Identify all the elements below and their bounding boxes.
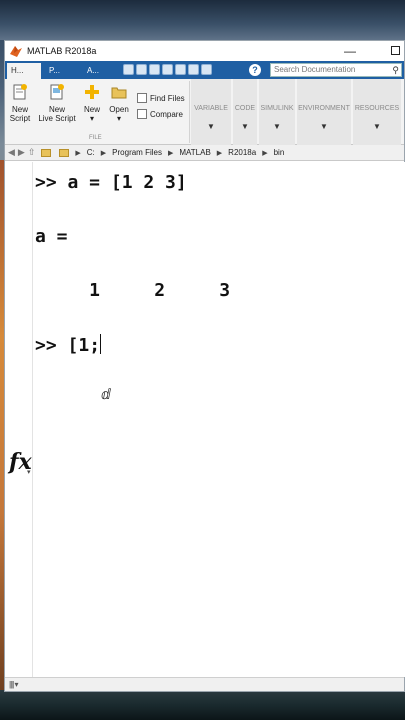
chevron-down-icon: ▼: [241, 122, 249, 131]
new-script-icon: [13, 84, 27, 100]
back-arrow-icon[interactable]: ◀: [8, 147, 15, 158]
command-input[interactable]: [1;: [68, 335, 101, 356]
compare-icon: [137, 109, 147, 119]
browse-folder-icon[interactable]: [41, 148, 52, 157]
resources-group[interactable]: RESOURCES ▼: [353, 79, 401, 145]
new-live-script-label-1: New: [48, 105, 65, 114]
find-files-label: Find Files: [150, 93, 185, 103]
output-values-line: 1 2 3: [35, 280, 231, 301]
new-script-label-2: Script: [9, 114, 31, 123]
desktop-background-bottom: [0, 690, 405, 720]
find-files-button[interactable]: Find Files: [137, 93, 185, 103]
path-segment-drive[interactable]: C:: [87, 148, 95, 157]
matlab-window: MATLAB R2018a — H... P... A... ? Search …: [4, 40, 405, 692]
current-folder-bar: ◀ ▶ ⇧ ▶ C: ▶ Program Files ▶ MATLAB ▶ R2…: [5, 145, 404, 161]
find-files-icon: [137, 93, 147, 103]
desktop-background-top: [0, 0, 405, 40]
maximize-icon: [390, 46, 400, 55]
redo-icon[interactable]: [188, 64, 199, 75]
open-button[interactable]: Open ▾: [107, 83, 131, 123]
forward-arrow-icon[interactable]: ▶: [18, 147, 25, 158]
status-bar: |||| ▾: [5, 677, 404, 691]
new-live-script-icon: [50, 84, 64, 100]
file-group-label: FILE: [89, 135, 102, 141]
path-segment-program-files[interactable]: Program Files: [112, 148, 162, 157]
paste-icon[interactable]: [162, 64, 173, 75]
search-input[interactable]: Search Documentation ⚲: [270, 63, 402, 77]
cut-icon[interactable]: [136, 64, 147, 75]
new-live-script-label-2: Live Script: [38, 114, 76, 123]
root-folder-icon[interactable]: [59, 148, 70, 157]
new-label: New: [83, 105, 100, 114]
compare-label: Compare: [150, 109, 183, 119]
folder-open-icon: [111, 87, 127, 99]
variable-group[interactable]: VARIABLE ▼: [191, 79, 231, 145]
save-icon[interactable]: [123, 64, 134, 75]
chevron-down-icon: ▼: [320, 122, 328, 131]
simulink-group-label: SIMULINK: [260, 105, 294, 112]
environment-group[interactable]: ENVIRONMENT ▼: [297, 79, 351, 145]
matlab-logo-icon: [10, 46, 22, 57]
help-icon[interactable]: ?: [249, 64, 261, 76]
new-script-label-1: New: [11, 105, 28, 114]
tab-home[interactable]: H...: [7, 63, 41, 79]
output-variable-line: a =: [35, 226, 68, 247]
environment-group-label: ENVIRONMENT: [298, 105, 350, 112]
chevron-down-icon: ▼: [273, 122, 281, 131]
compare-button[interactable]: Compare: [137, 109, 183, 119]
code-group-label: CODE: [234, 105, 256, 112]
window-title: MATLAB R2018a: [27, 46, 97, 56]
path-segment-bin[interactable]: bin: [274, 148, 285, 157]
resources-group-label: RESOURCES: [354, 105, 400, 112]
switch-windows-icon[interactable]: [201, 64, 212, 75]
prompt-symbol: >>: [35, 335, 68, 356]
open-label: Open: [109, 105, 129, 114]
new-script-button[interactable]: New Script: [7, 83, 33, 123]
minimize-button[interactable]: —: [341, 43, 359, 59]
chevron-down-icon: ▾: [116, 114, 121, 123]
tab-apps[interactable]: A...: [83, 63, 117, 79]
search-icon[interactable]: ⚲: [392, 64, 399, 76]
command-window[interactable]: >> a = [1 2 3] a = 1 2 3 >> [1; ⅆ: [33, 162, 405, 677]
status-grip-icon: |||| ▾: [9, 680, 19, 689]
path-segment-matlab[interactable]: MATLAB: [179, 148, 210, 157]
ribbon: New Script New Live Script New ▾ Open ▾ …: [5, 79, 404, 145]
path-separator-icon: ▶: [100, 149, 107, 157]
toolstrip-tabs: H... P... A... ? Search Documentation ⚲: [5, 61, 404, 79]
chevron-down-icon: ▼: [373, 122, 381, 131]
mouse-ibeam-cursor-icon: ⅆ: [101, 387, 111, 403]
copy-icon[interactable]: [149, 64, 160, 75]
variable-group-label: VARIABLE: [194, 105, 228, 112]
chevron-down-icon: ▾: [89, 114, 94, 123]
path-separator-icon: ▶: [216, 149, 223, 157]
command-history-line: >> a = [1 2 3]: [35, 172, 187, 193]
path-separator-icon: ▶: [167, 149, 174, 157]
path-segment-release[interactable]: R2018a: [228, 148, 256, 157]
undo-icon[interactable]: [175, 64, 186, 75]
command-window-gutter: fx ▾: [5, 162, 33, 677]
maximize-button[interactable]: [386, 43, 404, 59]
chevron-down-icon: ▼: [207, 122, 215, 131]
text-cursor: [100, 334, 102, 354]
path-separator-icon: ▶: [262, 149, 268, 157]
ribbon-separator: [189, 81, 190, 143]
new-live-script-button[interactable]: New Live Script: [35, 83, 79, 123]
title-bar: MATLAB R2018a —: [5, 41, 404, 61]
chevron-down-icon: ▾: [27, 469, 31, 476]
up-folder-icon[interactable]: ⇧: [28, 147, 36, 158]
path-separator-icon: ▶: [75, 149, 81, 157]
command-prompt-line[interactable]: >> [1;: [35, 334, 102, 356]
new-button[interactable]: New ▾: [81, 83, 103, 123]
simulink-group[interactable]: SIMULINK ▼: [259, 79, 295, 145]
plus-icon: [85, 85, 99, 99]
tab-plots[interactable]: P...: [45, 63, 79, 79]
search-placeholder: Search Documentation: [274, 65, 356, 74]
code-group[interactable]: CODE ▼: [233, 79, 257, 145]
